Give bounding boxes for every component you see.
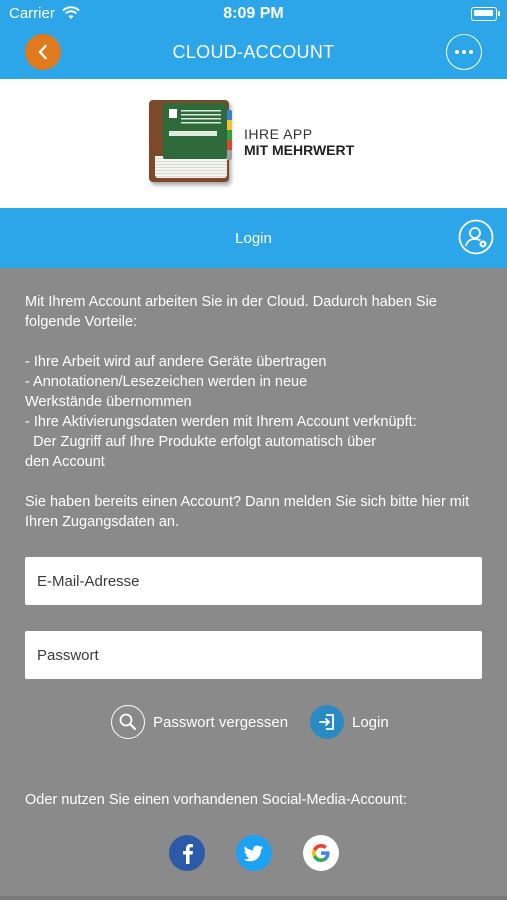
slogan-line-1: IHRE APP (244, 126, 313, 142)
status-time: 8:09 PM (223, 5, 284, 22)
forgot-password-button[interactable]: Passwort vergessen (111, 704, 288, 740)
password-field[interactable] (25, 631, 482, 679)
social-media-text: Oder nutzen Sie einen vorhandenen Social… (25, 792, 408, 808)
slogan-line-2: MIT MEHRWERT (244, 142, 355, 158)
battery-icon (471, 7, 500, 21)
login-section-header: Login (0, 208, 507, 268)
login-label: Login (352, 713, 389, 731)
ellipsis-icon (455, 50, 473, 54)
info-text: Mit Ihrem Account arbeiten Sie in der Cl… (25, 292, 485, 532)
google-icon (312, 844, 330, 862)
status-bar: Carrier 8:09 PM (0, 0, 507, 28)
twitter-icon (244, 845, 263, 862)
login-button[interactable]: Login (310, 704, 389, 740)
app-banner: IHRE APP MIT MEHRWERT (0, 79, 507, 208)
cloud-account-screen: Carrier 8:09 PM CLOUD-ACCOUNT IHRE APP M… (0, 0, 507, 900)
twitter-login-button[interactable] (236, 835, 272, 871)
google-login-button[interactable] (303, 835, 339, 871)
email-field[interactable] (25, 557, 482, 605)
app-slogan: IHRE APP MIT MEHRWERT (244, 126, 354, 158)
existing-account-text: Sie haben bereits einen Account? Dann me… (25, 494, 474, 530)
more-options-button[interactable] (446, 34, 482, 70)
bottom-edge (0, 896, 507, 900)
facebook-icon (183, 844, 193, 864)
user-settings-icon (458, 219, 494, 255)
form-actions: Passwort vergessen Login (0, 704, 507, 740)
facebook-login-button[interactable] (169, 835, 205, 871)
forgot-password-label: Passwort vergessen (153, 713, 289, 731)
benefits-list: - Ihre Arbeit wird auf andere Geräte übe… (25, 354, 417, 470)
section-title: Login (235, 230, 272, 247)
search-icon (111, 705, 145, 739)
intro-text: Mit Ihrem Account arbeiten Sie in der Cl… (25, 294, 441, 330)
page-title: CLOUD-ACCOUNT (172, 42, 335, 62)
book-logo (149, 100, 233, 186)
login-icon (310, 705, 344, 739)
profile-settings-button[interactable] (458, 219, 494, 255)
top-bar: Carrier 8:09 PM CLOUD-ACCOUNT (0, 0, 507, 79)
